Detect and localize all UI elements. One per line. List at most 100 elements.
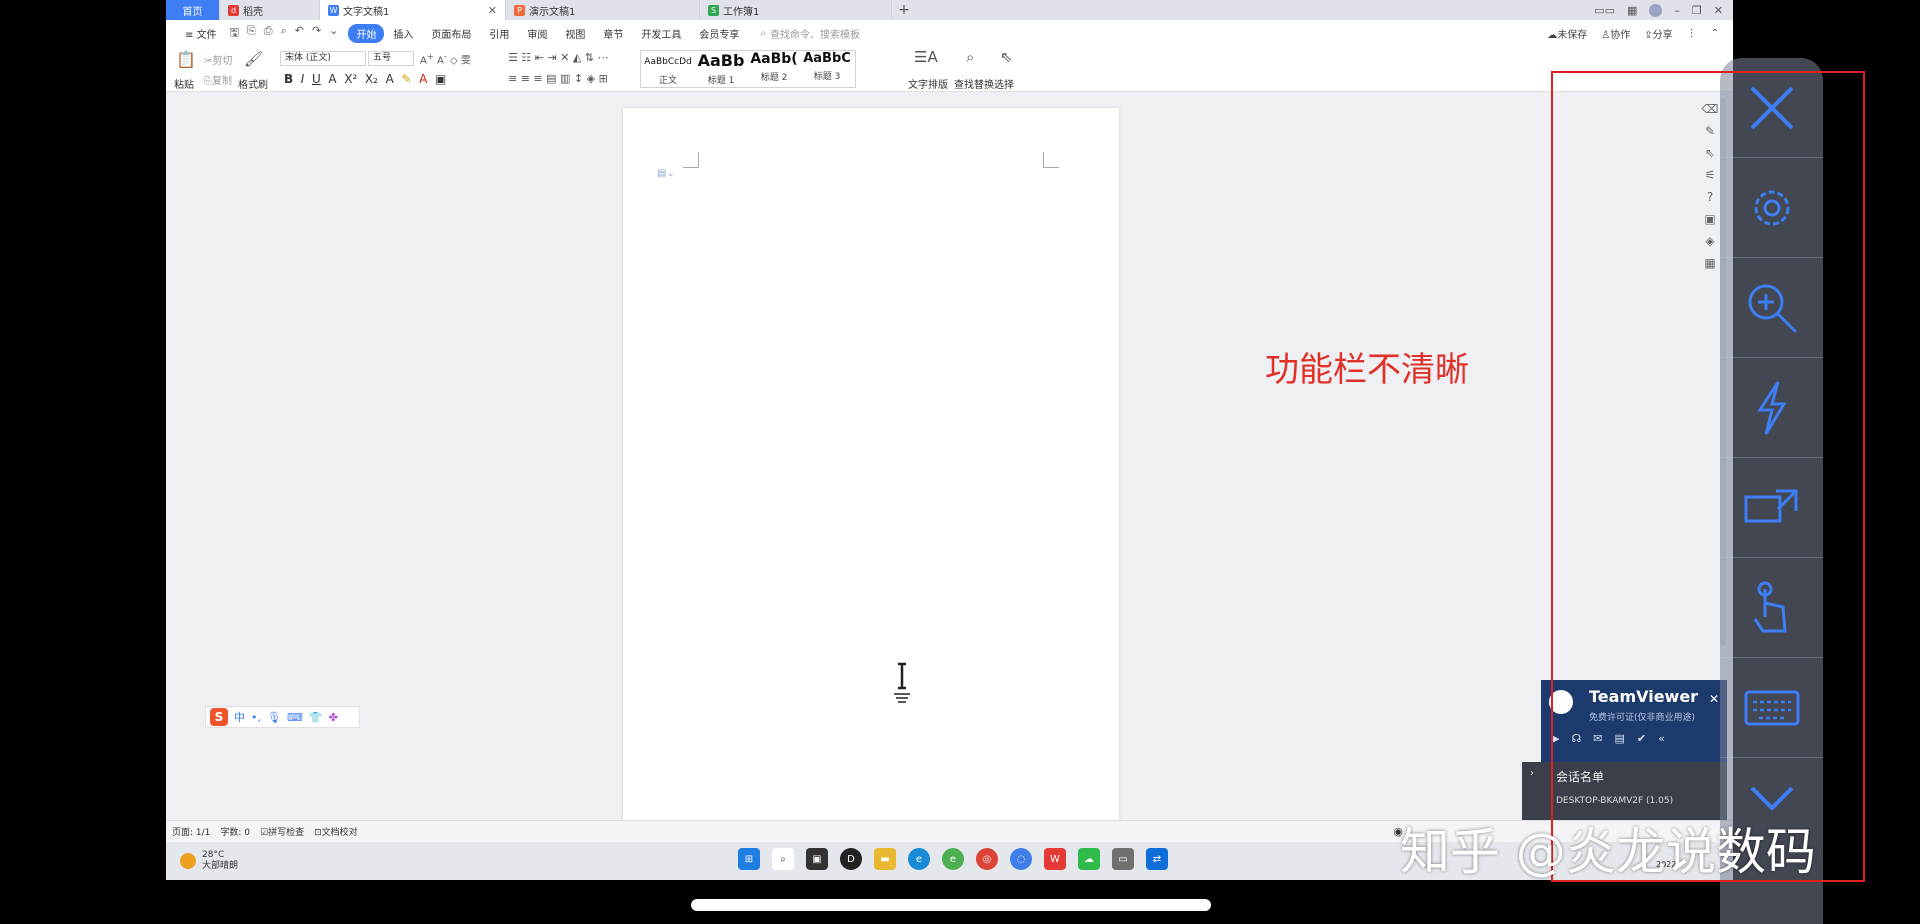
- close-window-icon[interactable]: ✕: [1714, 4, 1723, 17]
- style-heading-3[interactable]: AaBbC 标题 3: [801, 51, 853, 82]
- document-proof[interactable]: ⊡文档校对: [314, 825, 358, 838]
- word-count[interactable]: 字数: 0: [220, 825, 250, 838]
- font-format-icons[interactable]: B I U A X² X₂ A ✎ A ▣: [284, 72, 446, 86]
- preview-icon[interactable]: ⌕: [281, 24, 287, 43]
- wps-icon[interactable]: W: [1044, 848, 1066, 870]
- search-icon: ⌕: [760, 27, 766, 39]
- home-indicator[interactable]: [691, 899, 1211, 911]
- tab-document[interactable]: W 文字文稿1 ✕: [320, 0, 506, 20]
- menu-dev-tools[interactable]: 开发工具: [632, 26, 690, 41]
- spell-check[interactable]: ☑拼写检查: [260, 825, 304, 838]
- file-menu[interactable]: ≡ 文件: [176, 26, 226, 41]
- paste-button[interactable]: 粘贴: [174, 76, 194, 91]
- menu-bar: ≡ 文件 🖫 ⎘ ⎙ ⌕ ↶ ↷ ⌄ 开始 插入 页面布局 引用 审阅 视图 章…: [166, 20, 1733, 46]
- margin-corner-top-right: [1043, 152, 1059, 168]
- brush-icon[interactable]: 🖌: [244, 50, 263, 68]
- print-icon[interactable]: ⎙: [264, 24, 273, 43]
- chinese-mode-icon[interactable]: 中: [234, 709, 245, 725]
- close-icon[interactable]: ✕: [488, 4, 497, 17]
- keyboard-icon[interactable]: ⌨: [287, 711, 303, 724]
- ime-toolbar[interactable]: S 中 •, 🎙 ⌨ 👕 ✤: [205, 706, 360, 728]
- menu-section[interactable]: 章节: [594, 26, 632, 41]
- edge-icon[interactable]: e: [908, 848, 930, 870]
- windows-start-icon[interactable]: ⊞: [738, 848, 760, 870]
- task-view-icon[interactable]: ▣: [806, 848, 828, 870]
- share-label: 分享: [1652, 29, 1673, 41]
- checkbox-icon: ☑: [260, 828, 269, 838]
- layout-icon[interactable]: ▭▭: [1594, 4, 1615, 17]
- find-icon[interactable]: ⌕: [966, 48, 974, 66]
- menu-member[interactable]: 会员专享: [690, 26, 748, 41]
- teamviewer-icon[interactable]: ⇄: [1146, 848, 1168, 870]
- chrome-icon[interactable]: ◎: [976, 848, 998, 870]
- style-heading-2[interactable]: AaBb( 标题 2: [747, 51, 801, 83]
- pointer-icon[interactable]: ⇖: [1000, 48, 1013, 66]
- copy-button[interactable]: ⎘复制: [204, 72, 232, 87]
- share-button[interactable]: ⇪分享: [1644, 26, 1672, 41]
- menu-references[interactable]: 引用: [480, 26, 518, 41]
- menu-page-layout[interactable]: 页面布局: [422, 26, 480, 41]
- unsaved-status[interactable]: ☁未保存: [1547, 26, 1587, 41]
- screen: 首页 d 稻壳 W 文字文稿1 ✕ P 演示文稿1 S 工作簿1 + ▭▭ ▦: [0, 0, 1920, 924]
- tab-presentation[interactable]: P 演示文稿1: [506, 0, 700, 20]
- file-explorer-icon[interactable]: ▬: [874, 848, 896, 870]
- sun-icon: [180, 853, 196, 869]
- dell-icon[interactable]: D: [840, 848, 862, 870]
- copy-icon: ⎘: [204, 76, 212, 87]
- paragraph-list-icons[interactable]: ☰ ☷ ⇤ ⇥ ✕ ◭ ⇅ ⋯: [508, 51, 609, 64]
- remote-desktop-icon[interactable]: ▭: [1112, 848, 1134, 870]
- weather-widget[interactable]: 28°C 大部晴朗: [166, 850, 238, 872]
- menu-review[interactable]: 审阅: [518, 26, 556, 41]
- tab-spreadsheet[interactable]: S 工作簿1: [700, 0, 892, 20]
- font-size-select[interactable]: 五号: [368, 51, 414, 66]
- tab-home[interactable]: 首页: [166, 0, 220, 20]
- unsaved-label: 未保存: [1557, 29, 1588, 41]
- tab-bar: 首页 d 稻壳 W 文字文稿1 ✕ P 演示文稿1 S 工作簿1 + ▭▭ ▦: [166, 0, 1733, 20]
- more-options-icon[interactable]: ⋮: [1687, 28, 1697, 39]
- microphone-icon[interactable]: 🎙: [267, 711, 281, 724]
- skin-icon[interactable]: 👕: [309, 711, 323, 724]
- paragraph-align-icons[interactable]: ≡ ≡ ≡ ▤ ▥ ↕ ◈ ⊞: [508, 72, 608, 85]
- cut-button[interactable]: ✂剪切: [204, 52, 232, 67]
- redo-icon[interactable]: ↷: [312, 24, 321, 43]
- style-preview: AaBb(: [750, 51, 798, 67]
- menu-view[interactable]: 视图: [556, 26, 594, 41]
- command-search[interactable]: ⌕ 查找命令、搜索模板: [760, 26, 860, 41]
- select-button[interactable]: 选择: [994, 76, 1014, 91]
- proof-label: 文档校对: [321, 828, 358, 838]
- style-heading-1[interactable]: AaBb 标题 1: [695, 51, 747, 86]
- restore-icon[interactable]: ❐: [1692, 4, 1702, 17]
- wechat-icon[interactable]: ☁: [1078, 848, 1100, 870]
- save-icon[interactable]: 🖫: [230, 24, 239, 43]
- document-page[interactable]: ▤⌄: [623, 108, 1119, 820]
- copy-label: 复制: [212, 76, 232, 87]
- collapse-ribbon-icon[interactable]: ⌃: [1711, 28, 1719, 39]
- paste-icon[interactable]: 📋: [176, 50, 196, 69]
- chat-icon[interactable]: ◌: [1010, 848, 1032, 870]
- minimize-icon[interactable]: –: [1674, 4, 1680, 17]
- paragraph-handle-icon[interactable]: ▤⌄: [657, 168, 675, 179]
- undo-icon[interactable]: ↶: [295, 24, 304, 43]
- more-icon[interactable]: ⌄: [329, 24, 338, 43]
- tab-daoke[interactable]: d 稻壳: [220, 0, 320, 20]
- new-tab-button[interactable]: +: [892, 0, 916, 20]
- expand-icon[interactable]: ›: [1530, 768, 1534, 779]
- font-grow-icon[interactable]: A+ A- ◇ 雯: [420, 51, 471, 66]
- avatar[interactable]: [1649, 3, 1663, 17]
- menu-insert[interactable]: 插入: [384, 26, 422, 41]
- punctuation-icon[interactable]: •,: [251, 711, 261, 724]
- style-normal[interactable]: AaBbCcDd 正文: [643, 51, 693, 86]
- search-icon[interactable]: ⌕: [772, 848, 794, 870]
- collab-button[interactable]: ♙协作: [1601, 26, 1630, 41]
- grid-icon[interactable]: ▦: [1627, 4, 1637, 17]
- share-icon: ⇪: [1644, 29, 1653, 41]
- toolbox-icon[interactable]: ✤: [329, 711, 338, 724]
- format-painter-button[interactable]: 格式刷: [238, 76, 268, 91]
- export-icon[interactable]: ⎘: [247, 24, 256, 43]
- text-layout-icon[interactable]: ☰A: [914, 48, 938, 66]
- menu-home[interactable]: 开始: [348, 23, 385, 43]
- find-replace-button[interactable]: 查找替换: [954, 76, 994, 91]
- text-layout-button[interactable]: 文字排版: [908, 76, 948, 91]
- font-name-select[interactable]: 宋体 (正文): [280, 51, 366, 66]
- ie-icon[interactable]: e: [942, 848, 964, 870]
